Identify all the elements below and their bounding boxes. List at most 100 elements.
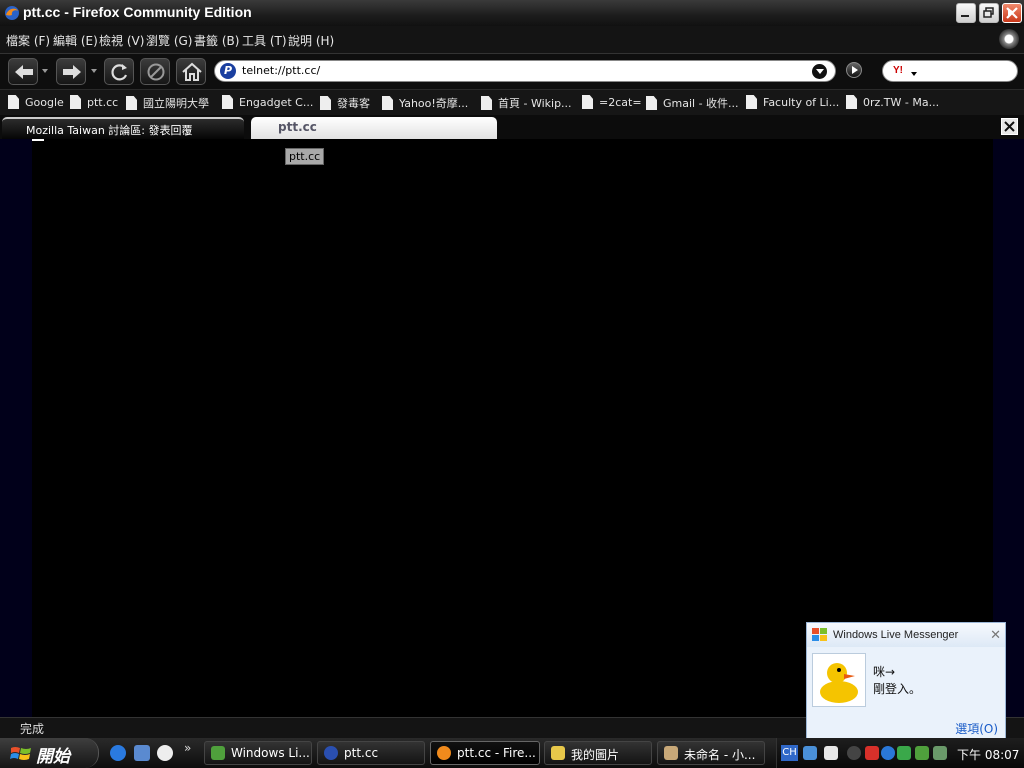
contact-name: 咪→ <box>873 665 896 679</box>
menu-edit[interactable]: 編輯 (E) <box>53 32 98 49</box>
bookmark-gmail[interactable]: Gmail - 收件... <box>646 95 739 111</box>
forward-history-dropdown[interactable] <box>91 69 97 73</box>
bookmark-page-icon <box>70 95 81 109</box>
tab-label: Mozilla Taiwan 討論區: 發表回覆 <box>26 124 193 137</box>
messenger-header: Windows Live Messenger ✕ <box>807 623 1005 647</box>
bookmark-google[interactable]: Google <box>8 95 64 111</box>
yahoo-search-icon[interactable]: Y! <box>893 65 903 76</box>
tray-collapse-icon[interactable] <box>847 746 861 760</box>
messenger-tray-icon[interactable] <box>915 746 929 760</box>
bookmark-page-icon <box>222 95 233 109</box>
system-tray: CH 下午 08:07 <box>776 738 1024 768</box>
menu-tools[interactable]: 工具 (T) <box>242 32 287 49</box>
media-player-quicklaunch-icon[interactable] <box>157 745 173 761</box>
home-icon <box>182 62 202 81</box>
status-text: 完成 <box>20 722 45 736</box>
reload-button[interactable] <box>104 58 134 85</box>
clock: 下午 08:07 <box>957 748 1020 762</box>
bookmark-0rz[interactable]: 0rz.TW - Ma... <box>846 95 939 111</box>
menu-go[interactable]: 瀏覽 (G) <box>146 32 192 49</box>
windows-live-logo-icon <box>812 628 827 641</box>
menu-bookmarks[interactable]: 書籤 (B) <box>194 32 239 49</box>
bookmark-page-icon <box>382 96 393 110</box>
address-bar[interactable]: P telnet://ptt.cc/ <box>214 60 836 82</box>
bookmark-ptt[interactable]: ptt.cc <box>70 95 118 111</box>
back-button[interactable] <box>8 58 38 85</box>
wireless-icon[interactable] <box>897 746 911 760</box>
safely-remove-hardware-icon[interactable] <box>933 746 947 760</box>
rubber-duck-icon <box>820 663 858 703</box>
url-history-dropdown-icon[interactable] <box>812 64 827 79</box>
bookmarks-overflow-chevron-icon[interactable] <box>1008 8 1014 16</box>
close-tab-button[interactable] <box>1001 118 1018 135</box>
messenger-title: Windows Live Messenger <box>833 629 959 641</box>
bookmark-engadget[interactable]: Engadget C... <box>222 95 313 111</box>
window-title: ptt.cc - Firefox Community Edition <box>23 4 252 20</box>
bookmark-page-icon <box>846 95 857 109</box>
menu-view[interactable]: 檢視 (V) <box>99 32 144 49</box>
bookmark-fadouke[interactable]: 發毒客 <box>320 95 370 111</box>
bookmark-page-icon <box>646 96 657 110</box>
network-browser-icon[interactable] <box>881 746 895 760</box>
bookmark-ym[interactable]: 國立陽明大學 <box>126 95 209 111</box>
options-link[interactable]: 選項(O) <box>955 720 998 737</box>
go-button[interactable] <box>846 62 862 78</box>
start-button[interactable]: 開始 <box>0 738 99 768</box>
back-history-dropdown[interactable] <box>42 69 48 73</box>
task-windows-live[interactable]: Windows Li... <box>204 741 312 765</box>
tab-ptt[interactable]: ptt.cc <box>251 117 497 139</box>
task-untitled-paint[interactable]: 未命名 - 小... <box>657 741 765 765</box>
start-label: 開始 <box>36 747 70 767</box>
bookmark-faculty[interactable]: Faculty of Li... <box>746 95 839 111</box>
menu-help[interactable]: 說明 (H) <box>288 32 334 49</box>
minimize-button[interactable] <box>956 3 976 23</box>
url-text[interactable]: telnet://ptt.cc/ <box>242 64 320 77</box>
site-identity-icon[interactable]: P <box>220 63 236 79</box>
reload-icon <box>111 64 128 81</box>
tab-label: ptt.cc <box>278 120 317 134</box>
bookmarks-toolbar: Google ptt.cc 國立陽明大學 Engadget C... 發毒客 Y… <box>0 89 1024 116</box>
show-desktop-quicklaunch-icon[interactable] <box>134 745 150 761</box>
bookmark-page-icon <box>320 96 331 110</box>
maximize-button[interactable] <box>979 3 999 23</box>
pcman-icon <box>324 746 338 760</box>
search-engine-dropdown-icon[interactable] <box>911 72 917 76</box>
ime-icon[interactable] <box>803 746 817 760</box>
bookmark-page-icon <box>582 95 593 109</box>
antivirus-icon[interactable] <box>865 746 879 760</box>
menu-file[interactable]: 檔案 (F) <box>6 32 50 49</box>
back-arrow-icon <box>15 65 33 79</box>
bookmark-wikipedia[interactable]: 首頁 - Wikip... <box>481 95 572 111</box>
home-button[interactable] <box>176 58 206 85</box>
ime-mode-icon[interactable] <box>824 746 838 760</box>
bookmark-page-icon <box>126 96 137 110</box>
ie-quicklaunch-icon[interactable] <box>110 745 126 761</box>
firefox-icon <box>5 6 19 20</box>
task-firefox[interactable]: ptt.cc - Fire... <box>430 741 540 765</box>
terminal-cursor <box>32 139 44 141</box>
stop-button[interactable] <box>140 58 170 85</box>
paint-icon <box>664 746 678 760</box>
task-ptt[interactable]: ptt.cc <box>317 741 425 765</box>
tab-tooltip: ptt.cc <box>285 148 325 165</box>
stop-icon <box>147 63 165 81</box>
bookmark-yahoo[interactable]: Yahoo!奇摩... <box>382 95 468 111</box>
search-box[interactable]: Y! <box>882 60 1018 82</box>
tab-mozilla-taiwan[interactable]: Mozilla Taiwan 討論區: 發表回覆 <box>2 117 244 139</box>
bookmark-page-icon <box>8 95 19 109</box>
bookmark-page-icon <box>481 96 492 110</box>
forward-button[interactable] <box>56 58 86 85</box>
forward-arrow-icon <box>63 65 81 79</box>
messenger-notification[interactable]: Windows Live Messenger ✕ 咪→ 剛登入。 選項(O) <box>806 622 1006 739</box>
task-my-pictures[interactable]: 我的圖片 <box>544 741 652 765</box>
minimize-icon <box>961 15 969 17</box>
signin-message: 剛登入。 <box>873 682 922 696</box>
folder-icon <box>551 746 565 760</box>
bookmark-page-icon <box>746 95 757 109</box>
avatar[interactable] <box>812 653 866 707</box>
restore-icon <box>983 7 994 18</box>
close-notification-icon[interactable]: ✕ <box>990 628 1001 643</box>
bookmark-2cat[interactable]: =2cat= <box>582 95 642 111</box>
quicklaunch-chevron-icon[interactable]: » <box>184 741 191 755</box>
input-language-indicator[interactable]: CH <box>781 745 798 761</box>
